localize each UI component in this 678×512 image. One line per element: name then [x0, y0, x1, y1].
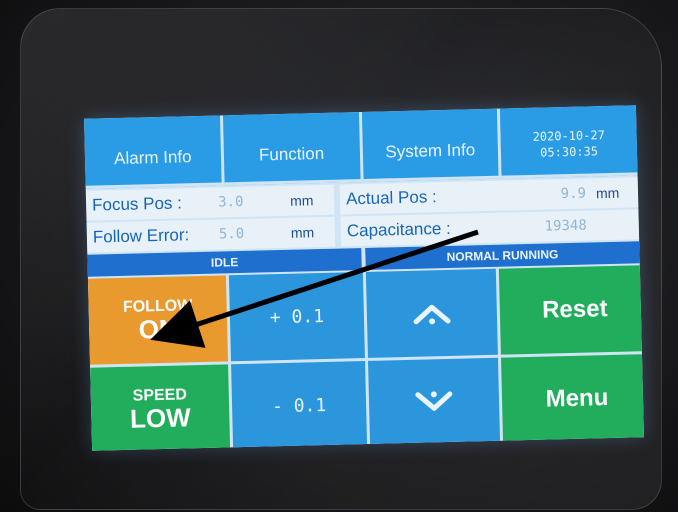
time-text: 05:30:35 — [540, 143, 599, 160]
tab-system-info-label: System Info — [385, 139, 476, 161]
tab-alarm-info[interactable]: Alarm Info — [84, 115, 225, 189]
focus-pos-unit: mm — [289, 192, 314, 209]
move-up-button[interactable] — [365, 268, 498, 358]
actual-pos-value: 9.9 — [560, 185, 587, 203]
chevron-up-icon — [410, 299, 455, 328]
speed-state: LOW — [129, 402, 192, 434]
capacitance-value: 19348 — [544, 217, 587, 235]
follow-toggle-button[interactable]: FOLLOW ON — [87, 275, 228, 365]
menu-button[interactable]: Menu — [500, 354, 644, 444]
datetime-display: 2020-10-27 05:30:35 — [500, 105, 638, 179]
move-down-button[interactable] — [368, 357, 501, 447]
tab-function[interactable]: Function — [222, 112, 364, 186]
tab-function-label: Function — [258, 143, 325, 165]
reset-button[interactable]: Reset — [498, 265, 644, 355]
status-idle: IDLE — [210, 255, 239, 270]
tab-alarm-info-label: Alarm Info — [113, 146, 192, 168]
follow-state: ON — [138, 313, 179, 345]
control-grid: FOLLOW ON + 0.1 Reset SPEED LOW - 0.1 Me… — [87, 265, 644, 451]
touch-screen: Alarm Info Function System Info 2020-10-… — [84, 105, 644, 451]
follow-error-unit: mm — [290, 224, 315, 241]
focus-pos-label: Focus Pos : — [91, 193, 183, 215]
status-normal-running: NORMAL RUNNING — [446, 247, 559, 264]
reset-label: Reset — [541, 295, 608, 324]
tab-system-info[interactable]: System Info — [361, 108, 502, 182]
minus-step-label: - 0.1 — [271, 394, 327, 417]
actual-pos-label: Actual Pos : — [345, 187, 437, 209]
chevron-down-icon — [412, 388, 457, 417]
top-menu: Alarm Info Function System Info 2020-10-… — [84, 105, 638, 189]
capacitance-label: Capacitance : — [346, 218, 451, 241]
plus-step-label: + 0.1 — [269, 305, 325, 328]
follow-error-value: 5.0 — [218, 225, 245, 243]
actual-pos-unit: mm — [595, 184, 620, 202]
follow-error-label: Follow Error: — [92, 225, 190, 247]
focus-pos-value: 3.0 — [217, 193, 244, 211]
plus-step-button[interactable]: + 0.1 — [228, 272, 365, 362]
minus-step-button[interactable]: - 0.1 — [231, 360, 368, 451]
menu-label: Menu — [545, 384, 609, 413]
speed-toggle-button[interactable]: SPEED LOW — [90, 364, 231, 451]
date-text: 2020-10-27 — [532, 127, 605, 144]
